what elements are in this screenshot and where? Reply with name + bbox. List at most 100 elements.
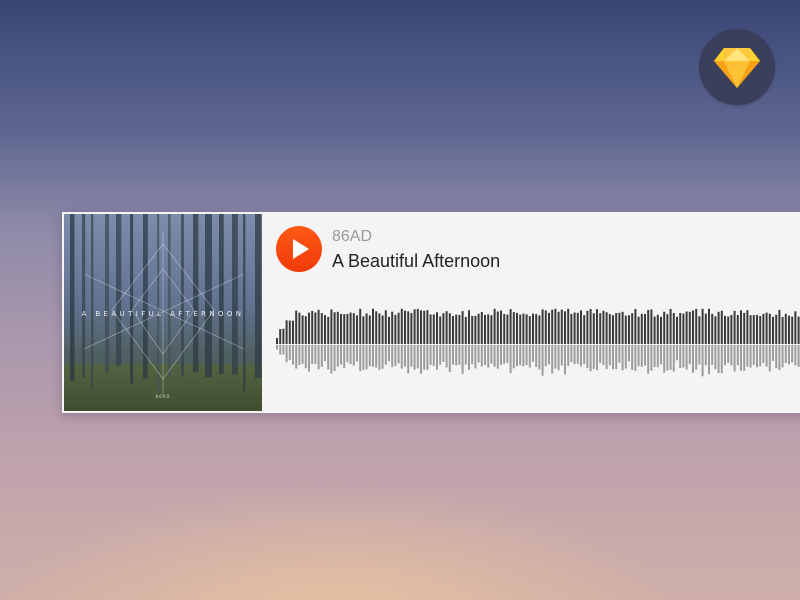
waveform-bar-bottom (778, 345, 781, 370)
tree-trunk (255, 214, 262, 379)
waveform-bar-top (496, 311, 499, 344)
waveform-bar-bottom (372, 345, 374, 367)
waveform-bar-top (295, 310, 298, 344)
audio-player: A BEAUTIFUL AFTERNOON 86AD 86AD A Beauti… (62, 212, 800, 413)
waveform-bar-bottom (586, 345, 589, 369)
waveform-bar-bottom (285, 345, 288, 363)
waveform-bar-top (682, 313, 685, 344)
waveform-bar-bottom (560, 345, 563, 366)
waveform-bar-bottom (538, 345, 541, 370)
waveform-bar-bottom (288, 345, 291, 360)
waveform-bar-top (388, 316, 390, 344)
tree-trunk (143, 214, 148, 379)
waveform-bar-bottom (701, 345, 704, 377)
waveform-bar-top (557, 311, 560, 344)
waveform-bar-top (640, 313, 643, 344)
waveform-bar-bottom (343, 345, 346, 369)
waveform-bar-top (442, 313, 445, 344)
waveform-bar-top (429, 314, 432, 344)
waveform-bar-bottom (436, 345, 438, 370)
waveform-bar-top (356, 315, 358, 344)
waveform-bar-bottom (772, 345, 774, 361)
waveform-bar-top (554, 308, 557, 344)
waveform-bar-top (743, 312, 746, 344)
waveform-bar-bottom (602, 345, 605, 366)
waveform-bar-top (679, 313, 682, 344)
waveform-bar-top (304, 316, 307, 344)
waveform-bar-top (695, 308, 698, 344)
waveform-bar-bottom (308, 345, 310, 372)
waveform-bar-top (759, 316, 762, 344)
waveform-bar-top (647, 309, 650, 344)
waveform-bar-top (381, 315, 384, 344)
waveform-bar-bottom (660, 345, 662, 365)
waveform-bar-top (503, 314, 506, 344)
waveform-bar-top (564, 311, 566, 344)
waveform-bar-bottom (532, 345, 534, 362)
waveform[interactable] (276, 284, 800, 384)
waveform-bar-top (583, 315, 586, 344)
sketch-diamond-icon (714, 48, 760, 88)
waveform-bar-bottom (621, 345, 624, 371)
tree-trunk (205, 214, 212, 378)
waveform-bar-bottom (279, 345, 282, 355)
waveform-bar-top (285, 320, 288, 344)
play-button[interactable] (276, 226, 322, 272)
waveform-bar-bottom (749, 345, 752, 368)
waveform-bar-bottom (637, 345, 640, 367)
waveform-bar-top (538, 315, 541, 344)
waveform-bar-bottom (480, 345, 483, 367)
waveform-bar-top (612, 315, 614, 344)
sketch-badge (699, 29, 775, 105)
waveform-bar-top (666, 314, 669, 344)
waveform-bar-top (733, 310, 736, 344)
waveform-bar-bottom (455, 345, 458, 366)
waveform-bar-bottom (663, 345, 666, 373)
waveform-bar-top (426, 310, 429, 344)
waveform-bar-bottom (400, 345, 403, 369)
waveform-bar-bottom (461, 345, 464, 374)
waveform-bar-bottom (717, 345, 720, 374)
waveform-bar-top (439, 316, 442, 344)
waveform-bar-top (298, 312, 301, 344)
waveform-bar-bottom (500, 345, 502, 365)
waveform-bar-top (378, 313, 381, 344)
tree-trunk (157, 214, 160, 393)
waveform-bar-bottom (605, 345, 608, 370)
waveform-bar-bottom (564, 345, 566, 375)
waveform-bar-bottom (493, 345, 496, 367)
waveform-bar-top (618, 312, 621, 344)
waveform-bar-bottom (519, 345, 522, 366)
waveform-bar-top (416, 308, 419, 344)
tree-trunk (219, 214, 224, 374)
waveform-bar-bottom (471, 345, 474, 365)
waveform-bar-top (570, 313, 573, 344)
waveform-bar-top (410, 313, 413, 344)
waveform-bar-top (586, 310, 589, 344)
waveform-bar-bottom (420, 345, 422, 374)
waveform-bar-top (727, 316, 730, 344)
waveform-bar-top (413, 309, 416, 344)
waveform-bar-top (708, 308, 710, 344)
waveform-bar-top (794, 311, 797, 344)
waveform-bar-top (477, 313, 480, 344)
waveform-bar-bottom (381, 345, 384, 369)
waveform-bar-bottom (596, 345, 598, 371)
waveform-bar-top (359, 308, 362, 344)
album-artwork[interactable]: A BEAUTIFUL AFTERNOON 86AD (64, 214, 262, 411)
track-title[interactable]: A Beautiful Afternoon (332, 251, 500, 272)
waveform-bar-top (445, 311, 448, 344)
waveform-bar-bottom (554, 345, 557, 369)
play-icon (293, 239, 309, 259)
artist-name[interactable]: 86AD (332, 228, 372, 246)
waveform-bar-bottom (445, 345, 448, 368)
waveform-bar-bottom (324, 345, 326, 361)
waveform-bar-bottom (730, 345, 733, 366)
waveform-bar-top (765, 312, 768, 344)
waveform-bar-bottom (794, 345, 797, 366)
waveform-bar-top (624, 315, 627, 344)
waveform-bar-top (532, 313, 534, 344)
waveform-bar-top (484, 314, 486, 344)
waveform-bar-bottom (311, 345, 314, 365)
waveform-bar-top (506, 314, 509, 344)
